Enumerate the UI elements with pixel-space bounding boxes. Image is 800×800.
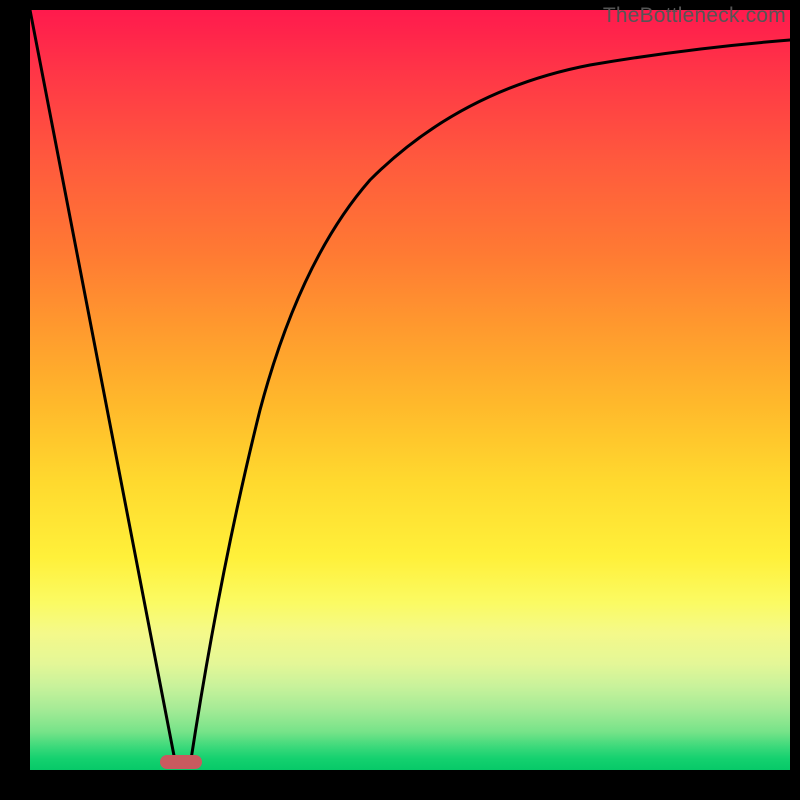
plot-area (30, 10, 790, 770)
curve-layer (30, 10, 790, 770)
optimum-marker (160, 755, 202, 769)
left-slope-line (30, 10, 176, 766)
chart-frame: TheBottleneck.com (0, 0, 800, 800)
right-curve-line (190, 40, 790, 766)
watermark-text: TheBottleneck.com (603, 4, 786, 28)
